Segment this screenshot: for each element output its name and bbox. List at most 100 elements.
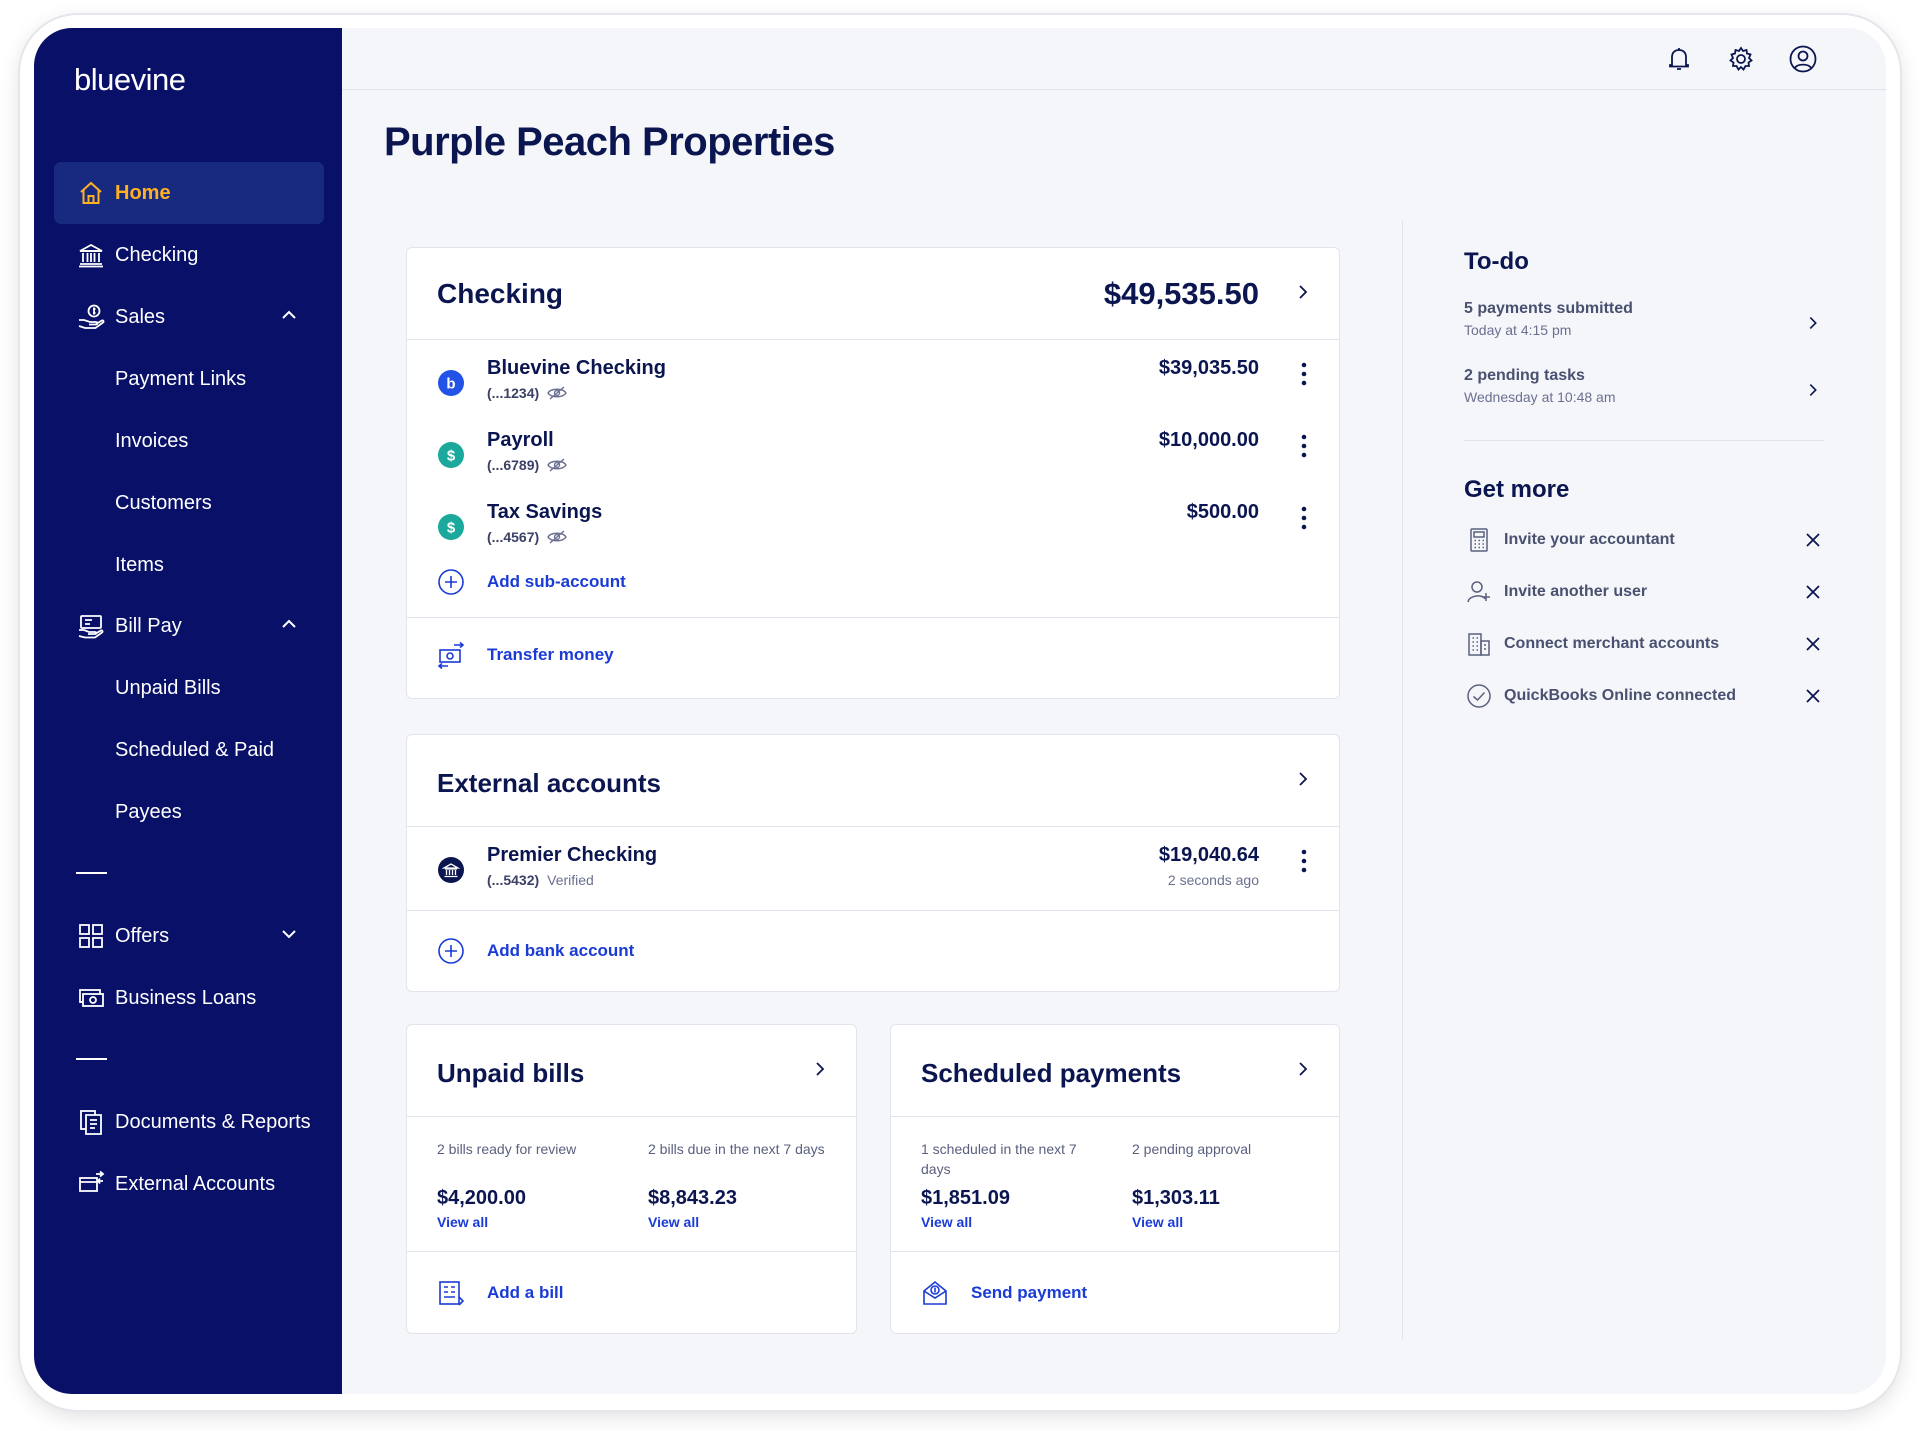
todo-title: To-do	[1464, 248, 1529, 275]
user-avatar-icon[interactable]	[1787, 43, 1819, 75]
account-name: Premier Checking	[487, 844, 658, 866]
gear-icon[interactable]	[1725, 43, 1757, 75]
todo-item[interactable]: 2 pending tasks Wednesday at 10:48 am	[1464, 367, 1824, 423]
stat-label: 2 pending approval	[1132, 1141, 1252, 1157]
bank-icon	[74, 238, 108, 272]
view-all-link[interactable]: View all	[648, 1214, 828, 1230]
eye-off-icon[interactable]	[547, 458, 567, 472]
sidebar-item-sales[interactable]: Sales	[54, 286, 324, 348]
send-payment-button[interactable]: Send payment	[921, 1275, 1087, 1311]
sidebar-item-label: Checking	[115, 243, 199, 266]
page-title: Purple Peach Properties	[384, 120, 835, 164]
payroll-account-icon: $	[438, 442, 464, 468]
todo-item[interactable]: 5 payments submitted Today at 4:15 pm	[1464, 300, 1824, 356]
sidebar-item-scheduled-paid[interactable]: Scheduled & Paid	[54, 725, 324, 775]
transfer-icon	[437, 641, 465, 669]
sidebar-item-label: Items	[115, 553, 164, 576]
view-all-link[interactable]: View all	[921, 1214, 1101, 1230]
chevron-right-icon[interactable]	[1293, 769, 1313, 789]
get-more-item[interactable]: Invite another user	[1464, 572, 1824, 612]
get-more-label: Invite another user	[1504, 583, 1648, 600]
account-row[interactable]: b Bluevine Checking (...1234) $39,035.50	[407, 357, 1339, 417]
external-card-header: External accounts	[407, 735, 1339, 827]
chevron-right-icon	[1809, 317, 1817, 329]
more-options-icon[interactable]	[1301, 848, 1307, 874]
sidebar-item-label: Offers	[115, 924, 170, 947]
add-bill-label: Add a bill	[487, 1283, 564, 1302]
card-divider	[407, 1251, 856, 1252]
card-divider	[407, 910, 1339, 911]
bell-icon[interactable]	[1663, 43, 1695, 75]
top-bar	[342, 28, 1886, 90]
stat-label: 2 bills due in the next 7 days	[648, 1141, 825, 1157]
bill-icon	[439, 1281, 465, 1306]
close-icon[interactable]	[1804, 531, 1822, 549]
view-all-link[interactable]: View all	[1132, 1214, 1312, 1230]
calculator-icon	[1464, 525, 1494, 555]
add-bill-button[interactable]: Add a bill	[437, 1275, 564, 1311]
stat-value: $1,851.09	[921, 1187, 1010, 1209]
account-balance: $10,000.00	[1158, 429, 1259, 451]
checking-title: Checking	[437, 278, 564, 309]
sidebar-item-business-loans[interactable]: Business Loans	[54, 967, 324, 1029]
account-number-text: (...1234)	[487, 385, 540, 401]
close-icon[interactable]	[1804, 687, 1822, 705]
account-updated: 2 seconds ago	[1167, 872, 1259, 888]
sidebar-item-invoices[interactable]: Invoices	[54, 416, 324, 466]
chevron-right-icon[interactable]	[1293, 282, 1313, 302]
account-row[interactable]: Premier Checking (...5432) Verified $19,…	[407, 844, 1339, 904]
account-row[interactable]: $ Tax Savings (...4567) $500.00	[407, 501, 1339, 561]
chevron-up-icon[interactable]	[280, 615, 298, 633]
transfer-card-icon	[74, 1167, 108, 1201]
sidebar-item-label: Scheduled & Paid	[115, 738, 275, 761]
sidebar-item-payment-links[interactable]: Payment Links	[54, 354, 324, 404]
todo-item-title: 5 payments submitted	[1464, 300, 1633, 317]
sidebar-item-customers[interactable]: Customers	[54, 478, 324, 528]
transfer-money-button[interactable]: Transfer money	[437, 637, 614, 673]
check-circle-icon	[1464, 681, 1494, 711]
stat-column: 1 scheduled in the next 7 days $1,851.09…	[921, 1139, 1101, 1230]
add-sub-account-button[interactable]: Add sub-account	[437, 564, 626, 600]
panel-divider	[1464, 440, 1824, 441]
sidebar-divider	[76, 872, 107, 874]
close-icon[interactable]	[1804, 635, 1822, 653]
sidebar-item-documents-reports[interactable]: Documents & Reports	[54, 1091, 324, 1153]
logo: bluevine	[74, 62, 186, 97]
close-icon[interactable]	[1804, 583, 1822, 601]
checking-card: Checking $49,535.50 b Bluevine Checking …	[406, 247, 1340, 699]
more-options-icon[interactable]	[1301, 361, 1307, 387]
eye-off-icon[interactable]	[547, 530, 567, 544]
sidebar-item-home[interactable]: Home	[54, 162, 324, 224]
add-bank-account-label: Add bank account	[487, 941, 635, 960]
sidebar-item-unpaid-bills[interactable]: Unpaid Bills	[54, 663, 324, 713]
chevron-up-icon[interactable]	[280, 306, 298, 324]
account-status: Verified	[547, 872, 594, 888]
get-more-item[interactable]: Connect merchant accounts	[1464, 624, 1824, 664]
todo-item-subtitle: Today at 4:15 pm	[1464, 322, 1572, 338]
chevron-down-icon[interactable]	[280, 925, 298, 943]
chevron-right-icon	[1809, 384, 1817, 396]
sidebar-item-bill-pay[interactable]: Bill Pay	[54, 595, 324, 657]
chevron-right-icon[interactable]	[810, 1059, 830, 1079]
stat-column: 2 pending approval $1,303.11 View all	[1132, 1139, 1312, 1230]
more-options-icon[interactable]	[1301, 505, 1307, 531]
sidebar-item-external-accounts[interactable]: External Accounts	[54, 1153, 324, 1215]
plus-circle-icon	[438, 938, 464, 964]
eye-off-icon[interactable]	[547, 386, 567, 400]
view-all-link[interactable]: View all	[437, 1214, 617, 1230]
account-balance: $39,035.50	[1158, 357, 1259, 379]
sidebar-item-checking[interactable]: Checking	[54, 224, 324, 286]
get-more-item[interactable]: QuickBooks Online connected	[1464, 676, 1824, 716]
sidebar-item-offers[interactable]: Offers	[54, 905, 324, 967]
todo-item-subtitle: Wednesday at 10:48 am	[1464, 389, 1616, 405]
get-more-item[interactable]: Invite your accountant	[1464, 520, 1824, 560]
panel-divider	[1402, 220, 1403, 1340]
more-options-icon[interactable]	[1301, 433, 1307, 459]
account-row[interactable]: $ Payroll (...6789) $10,000.00	[407, 429, 1339, 489]
add-bank-account-button[interactable]: Add bank account	[437, 933, 634, 969]
sidebar-item-items[interactable]: Items	[54, 540, 324, 590]
sidebar-item-payees[interactable]: Payees	[54, 787, 324, 837]
bluevine-account-icon: b	[438, 370, 464, 396]
chevron-right-icon[interactable]	[1293, 1059, 1313, 1079]
sidebar-item-label: Customers	[115, 491, 212, 514]
